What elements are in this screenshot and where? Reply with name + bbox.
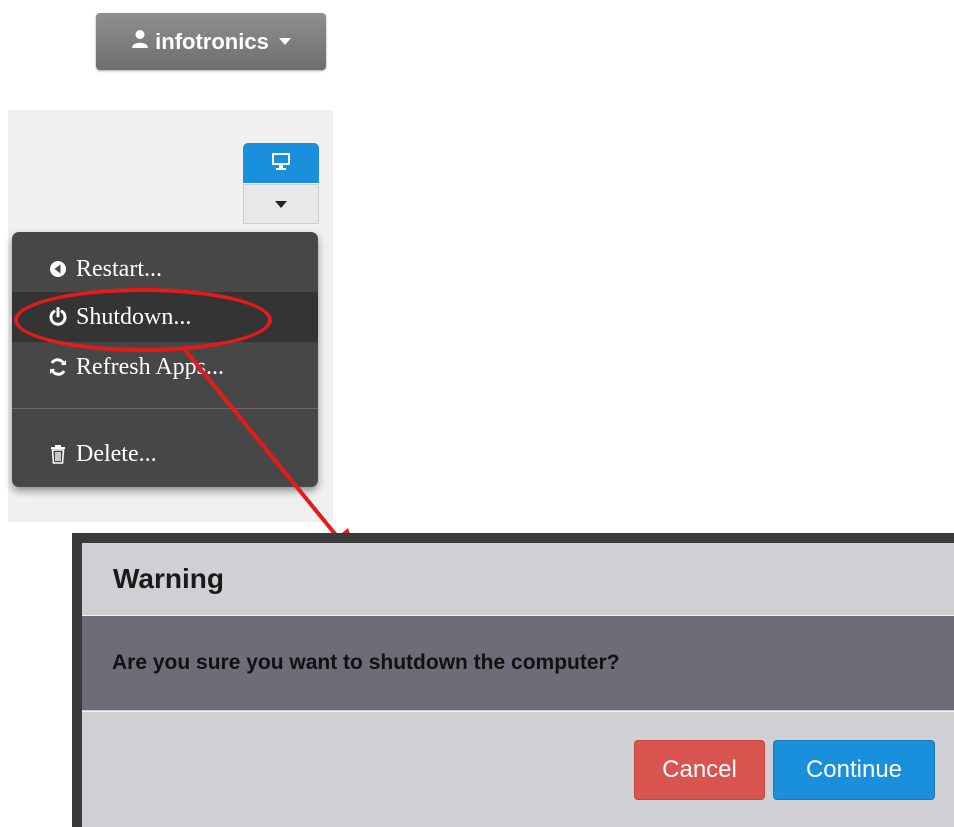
dialog-title: Warning xyxy=(82,543,954,616)
dialog-message: Are you sure you want to shutdown the co… xyxy=(82,616,954,710)
continue-button[interactable]: Continue xyxy=(773,740,935,800)
dialog-footer: Cancel Continue xyxy=(82,711,954,827)
warning-dialog: Warning Are you sure you want to shutdow… xyxy=(72,533,954,827)
dialog-content: Warning Are you sure you want to shutdow… xyxy=(82,543,954,827)
cancel-button[interactable]: Cancel xyxy=(634,740,765,800)
dialog-message-text: Are you sure you want to shutdown the co… xyxy=(112,651,620,674)
